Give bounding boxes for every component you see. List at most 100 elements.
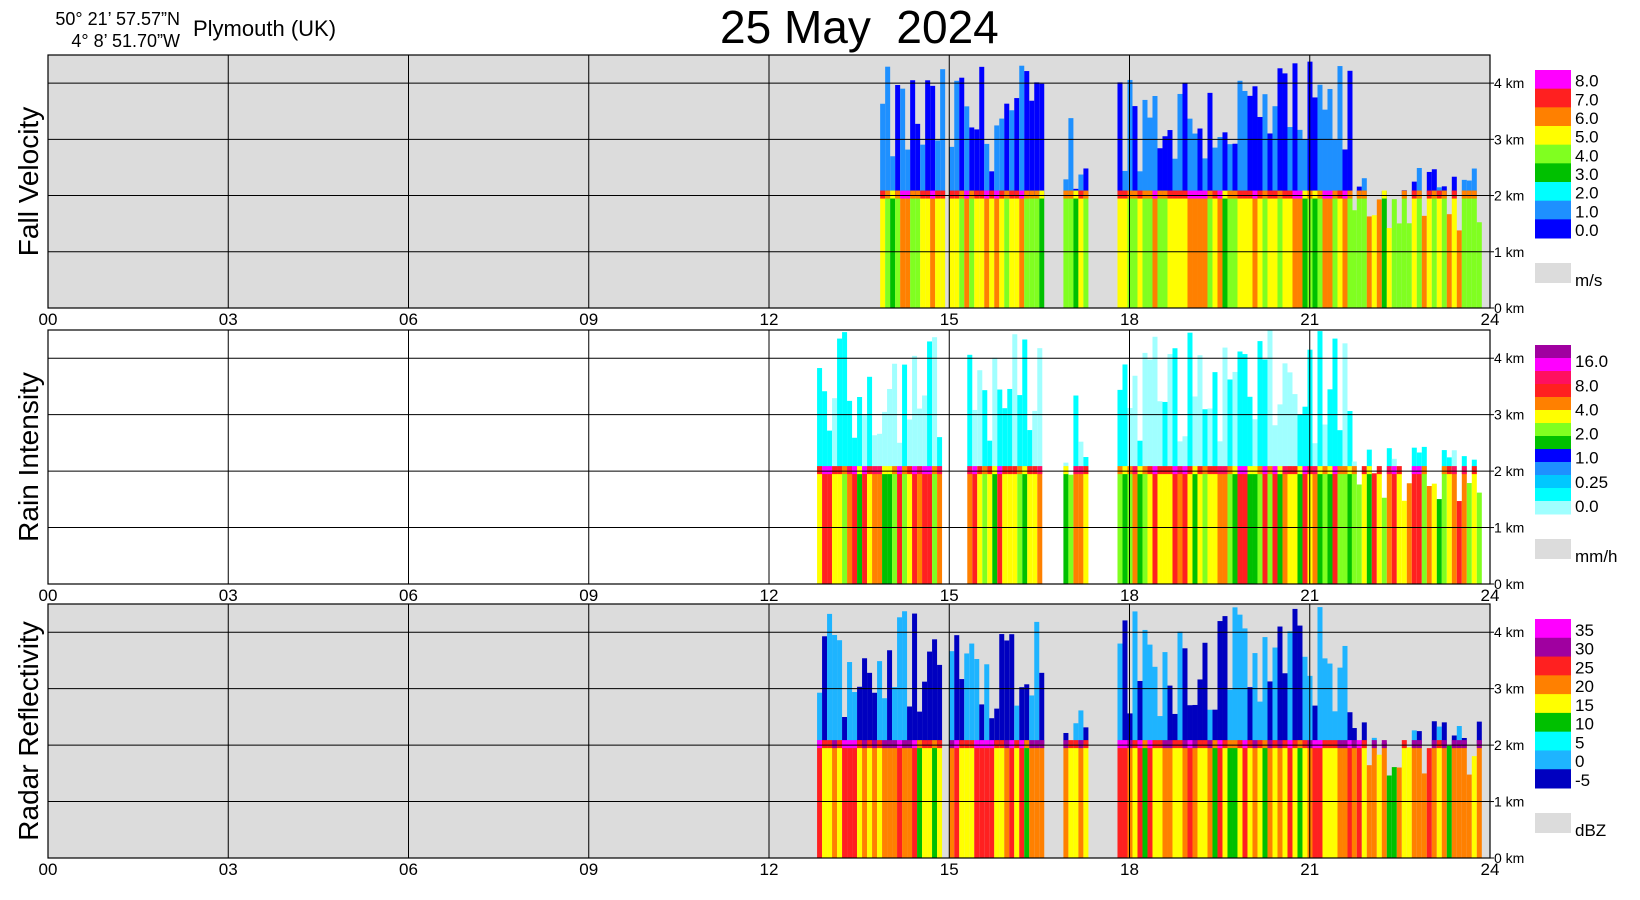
echo-column-upper [1252, 419, 1258, 472]
melting-layer-band [969, 190, 975, 199]
melting-layer-band [902, 466, 908, 475]
melting-layer-band [1068, 190, 1074, 199]
echo-column-upper [827, 613, 833, 746]
melting-layer-band [1267, 740, 1273, 749]
colorbar-label: 4.0 [1575, 400, 1599, 419]
colorbar-swatch [1535, 619, 1571, 639]
melting-layer-band [1476, 740, 1482, 749]
echo-column-upper [1132, 106, 1138, 196]
echo-column-upper [1302, 656, 1308, 746]
colorbar-label: 35 [1575, 621, 1594, 640]
melting-layer-band [1202, 740, 1208, 749]
echo-column-upper [959, 77, 965, 196]
melting-layer-band [1302, 190, 1308, 199]
echo-column-upper [1272, 425, 1278, 472]
colorbar-label: 0.0 [1575, 221, 1599, 240]
melting-layer-band [1029, 190, 1035, 199]
melting-layer-band [1292, 190, 1298, 199]
echo-column-lower [1068, 474, 1074, 584]
melting-layer-band [917, 466, 923, 475]
melting-layer-band [1297, 466, 1303, 475]
melting-layer-band [979, 190, 985, 199]
x-tick-label: 24 [1481, 586, 1500, 605]
echo-column-upper [1222, 616, 1228, 746]
colorbar-swatch [1535, 712, 1571, 733]
echo-column-upper [1227, 144, 1233, 196]
melting-layer-band [1197, 190, 1203, 199]
echo-column-upper [927, 651, 933, 746]
echo-column-upper [1167, 354, 1173, 472]
echo-column-lower [1371, 473, 1377, 584]
colorbar-swatch [1535, 656, 1571, 676]
melting-layer-band [1152, 740, 1158, 749]
melting-layer-band [992, 466, 998, 475]
echo-column-upper [1192, 133, 1198, 196]
melting-layer-band [1037, 466, 1043, 475]
melting-layer-band [1032, 466, 1038, 475]
echo-column-upper [1267, 681, 1273, 746]
melting-layer-band [964, 190, 970, 199]
melting-layer-band [1287, 466, 1293, 475]
melting-layer-band [1257, 466, 1263, 475]
echo-column-upper [1029, 100, 1035, 196]
melting-layer-band [1461, 466, 1467, 475]
echo-column-upper [1122, 364, 1128, 472]
melting-layer-band [1337, 190, 1343, 199]
echo-column-lower [1471, 756, 1477, 858]
melting-layer-band [1182, 190, 1188, 199]
colorbar-swatch [1535, 384, 1571, 398]
melting-layer-band [1267, 466, 1273, 475]
melting-layer-band [1063, 740, 1069, 749]
melting-layer-band [1446, 466, 1452, 475]
melting-layer-band [1177, 740, 1183, 749]
echo-column-upper [1197, 679, 1203, 746]
melting-layer-band [862, 466, 868, 475]
echo-column-upper [1312, 97, 1318, 196]
melting-layer-band [1147, 190, 1153, 199]
melting-layer-band [1342, 466, 1348, 475]
panel-title: Fall Velocity [13, 107, 44, 256]
echo-column-upper [994, 708, 1000, 746]
x-tick-label: 03 [219, 310, 238, 329]
melting-layer-band [1172, 466, 1178, 475]
echo-column-upper [1282, 73, 1288, 196]
echo-column-upper [822, 636, 828, 746]
melting-layer-band [1416, 466, 1422, 475]
echo-column-lower [1351, 210, 1357, 308]
melting-layer-band [1247, 466, 1253, 475]
colorbar-swatch [1535, 410, 1571, 424]
melting-layer-band [1202, 466, 1208, 475]
melting-layer-band [1312, 740, 1318, 749]
echo-column-upper [915, 123, 921, 196]
echo-column-upper [1332, 711, 1338, 746]
echo-column-upper [1022, 339, 1028, 472]
melting-layer-band [920, 190, 926, 199]
echo-column-upper [1312, 705, 1318, 746]
echo-column-upper [937, 664, 943, 746]
echo-column-upper [862, 414, 868, 472]
melting-layer-band [1083, 466, 1089, 475]
colorbar-swatch [1535, 731, 1571, 751]
melting-layer-band [1222, 466, 1228, 475]
y-tick-label: 1 km [1494, 794, 1524, 810]
echo-column-upper [925, 80, 931, 196]
echo-column-upper [1147, 644, 1153, 746]
echo-column-upper [900, 88, 906, 196]
x-tick-label: 09 [579, 860, 598, 879]
colorbar-label: 16.0 [1575, 352, 1608, 371]
melting-layer-band [1157, 466, 1163, 475]
echo-column-upper [997, 389, 1003, 472]
melting-layer-band [1347, 740, 1353, 749]
echo-column-upper [867, 376, 873, 472]
echo-column-upper [827, 430, 833, 472]
melting-layer-band [1078, 190, 1084, 199]
melting-layer-band [954, 740, 960, 749]
melting-layer-band [1117, 740, 1123, 749]
melting-layer-band [1342, 190, 1348, 199]
colorbar-label: 3.0 [1575, 165, 1599, 184]
melting-layer-band [1312, 466, 1318, 475]
melting-layer-band [935, 190, 941, 199]
melting-layer-band [1009, 740, 1015, 749]
melting-layer-band [1232, 740, 1238, 749]
melting-layer-band [1317, 740, 1323, 749]
